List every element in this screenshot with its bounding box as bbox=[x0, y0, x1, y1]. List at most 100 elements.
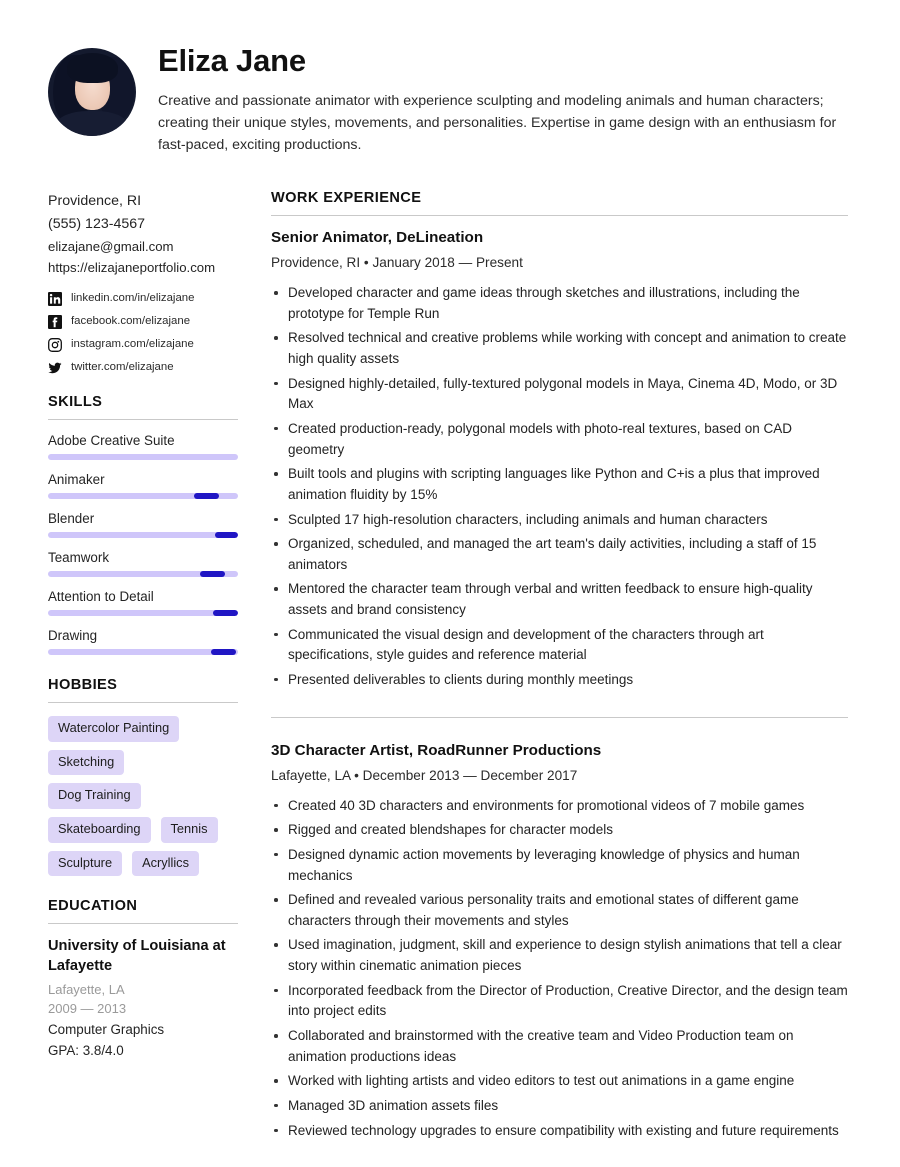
job-bullet: Collaborated and brainstormed with the c… bbox=[271, 1026, 848, 1067]
job-bullet: Developed character and game ideas throu… bbox=[271, 283, 848, 324]
job-bullet: Created production-ready, polygonal mode… bbox=[271, 419, 848, 460]
hobby-tag[interactable]: Sculpture bbox=[48, 850, 123, 877]
skill-label: Adobe Creative Suite bbox=[48, 432, 175, 448]
social-link-twitter[interactable]: twitter.com/elizajane bbox=[48, 360, 238, 376]
skill-bar[interactable] bbox=[48, 531, 238, 538]
job-bullet: Resolved technical and creative problems… bbox=[271, 328, 848, 369]
hobby-tag[interactable]: Dog Training bbox=[48, 783, 141, 809]
hobby-tag-list: Watercolor Painting Sketching Dog Traini… bbox=[48, 715, 238, 877]
hobbies-heading: HOBBIES bbox=[48, 676, 118, 693]
social-label: twitter.com/elizajane bbox=[71, 361, 174, 374]
linkedin-icon bbox=[48, 291, 62, 306]
twitter-icon bbox=[48, 362, 62, 374]
hobby-tag[interactable]: Acryllics bbox=[132, 850, 199, 877]
hobby-tag-row: Dog Training bbox=[48, 783, 238, 809]
avatar-body bbox=[56, 111, 128, 136]
hobbies-section: HOBBIES Watercolor Painting Sketching Do… bbox=[48, 677, 238, 877]
job-bullet: Incorporated feedback from the Director … bbox=[271, 981, 848, 1022]
skill-bar[interactable] bbox=[48, 648, 238, 655]
header-text: Eliza Jane Creative and passionate anima… bbox=[158, 43, 848, 156]
skill-bar[interactable] bbox=[48, 492, 238, 499]
contact-email[interactable]: elizajane@gmail.com bbox=[48, 236, 238, 257]
job-bullet: Organized, scheduled, and managed the ar… bbox=[271, 534, 848, 575]
skill-label: Blender bbox=[48, 510, 95, 526]
education-section: EDUCATION University of Louisiana at Laf… bbox=[48, 898, 238, 1061]
education-dates: 2009 — 2013 bbox=[48, 1001, 127, 1017]
skill-bar-knob bbox=[213, 609, 238, 616]
resume-header: Eliza Jane Creative and passionate anima… bbox=[48, 43, 848, 156]
social-label: linkedin.com/in/elizajane bbox=[71, 292, 195, 305]
hobby-tag-row: Watercolor Painting bbox=[48, 715, 238, 742]
job-meta: Lafayette, LA • December 2013 — December… bbox=[271, 767, 578, 783]
job-bullet: Worked with lighting artists and video e… bbox=[271, 1071, 848, 1092]
skill-bar-knob bbox=[200, 570, 225, 577]
education-location: Lafayette, LA bbox=[48, 981, 125, 997]
contact-website[interactable]: https://elizajaneportfolio.com bbox=[48, 257, 238, 278]
hobby-tag[interactable]: Skateboarding bbox=[48, 816, 151, 843]
skill-label: Teamwork bbox=[48, 549, 110, 565]
social-link-linkedin[interactable]: linkedin.com/in/elizajane bbox=[48, 291, 238, 307]
hobby-tag[interactable]: Tennis bbox=[160, 816, 218, 843]
skill-item: Drawing bbox=[48, 628, 238, 655]
job-bullet: Created 40 3D characters and environment… bbox=[271, 796, 848, 817]
divider bbox=[271, 215, 848, 217]
avatar bbox=[48, 48, 136, 136]
resume-page: Eliza Jane Creative and passionate anima… bbox=[0, 0, 900, 1165]
job-bullet: Mentored the character team through verb… bbox=[271, 579, 848, 620]
divider bbox=[48, 701, 238, 703]
sidebar: Providence, RI (555) 123-4567 elizajane@… bbox=[48, 190, 238, 1083]
job-title: Senior Animator, DeLineation bbox=[271, 229, 484, 247]
social-link-facebook[interactable]: facebook.com/elizajane bbox=[48, 314, 238, 330]
resume-body: Providence, RI (555) 123-4567 elizajane@… bbox=[48, 190, 848, 1167]
hobby-tag-row: Sketching bbox=[48, 749, 238, 776]
skill-label: Drawing bbox=[48, 627, 98, 643]
experience-entry: 3D Character Artist, RoadRunner Producti… bbox=[271, 742, 848, 1142]
instagram-icon bbox=[48, 337, 62, 352]
skills-section: SKILLS Adobe Creative Suite Animaker Ble… bbox=[48, 394, 238, 655]
job-bullet-list: Created 40 3D characters and environment… bbox=[271, 796, 848, 1142]
skill-bar-knob bbox=[194, 492, 219, 499]
contact-phone[interactable]: (555) 123-4567 bbox=[48, 213, 238, 236]
skill-item: Adobe Creative Suite bbox=[48, 433, 238, 460]
skill-item: Blender bbox=[48, 511, 238, 538]
job-title: 3D Character Artist, RoadRunner Producti… bbox=[271, 741, 602, 759]
skill-bar-knob bbox=[215, 531, 238, 538]
skill-bar[interactable] bbox=[48, 609, 238, 616]
job-bullet: Used imagination, judgment, skill and ex… bbox=[271, 935, 848, 976]
job-meta: Providence, RI • January 2018 — Present bbox=[271, 255, 523, 271]
hobby-tag[interactable]: Watercolor Painting bbox=[48, 715, 180, 742]
social-link-instagram[interactable]: instagram.com/elizajane bbox=[48, 337, 238, 353]
job-bullet: Managed 3D animation assets files bbox=[271, 1096, 848, 1117]
education-school: University of Louisiana at Lafayette bbox=[48, 938, 226, 974]
experience-heading: WORK EXPERIENCE bbox=[271, 190, 422, 207]
facebook-icon bbox=[48, 314, 62, 329]
divider bbox=[271, 716, 848, 718]
hobby-tag[interactable]: Sketching bbox=[48, 749, 125, 776]
hobby-tag-row: Skateboarding Tennis bbox=[48, 816, 238, 843]
skill-label: Animaker bbox=[48, 471, 105, 487]
experience-entry: Senior Animator, DeLineation Providence,… bbox=[271, 229, 848, 691]
job-bullet: Designed dynamic action movements by lev… bbox=[271, 845, 848, 886]
skill-bar[interactable] bbox=[48, 453, 238, 460]
job-bullet: Reviewed technology upgrades to ensure c… bbox=[271, 1121, 848, 1142]
social-links: linkedin.com/in/elizajane facebook.com/e… bbox=[48, 291, 238, 376]
job-bullet: Presented deliverables to clients during… bbox=[271, 670, 848, 691]
education-gpa: GPA: 3.8/4.0 bbox=[48, 1043, 124, 1059]
contact-block: Providence, RI (555) 123-4567 elizajane@… bbox=[48, 190, 238, 376]
social-label: instagram.com/elizajane bbox=[71, 338, 194, 351]
skill-item: Animaker bbox=[48, 472, 238, 499]
education-heading: EDUCATION bbox=[48, 898, 138, 915]
hobby-tag-row: Sculpture Acryllics bbox=[48, 850, 238, 877]
job-bullet: Defined and revealed various personality… bbox=[271, 890, 848, 931]
job-bullet: Communicated the visual design and devel… bbox=[271, 625, 848, 666]
divider bbox=[48, 923, 238, 925]
skills-heading: SKILLS bbox=[48, 393, 103, 410]
skill-item: Attention to Detail bbox=[48, 589, 238, 616]
job-bullet: Designed highly-detailed, fully-textured… bbox=[271, 374, 848, 415]
main-content: WORK EXPERIENCE Senior Animator, DeLinea… bbox=[271, 190, 848, 1167]
skill-bar[interactable] bbox=[48, 570, 238, 577]
contact-location: Providence, RI bbox=[48, 193, 142, 210]
skill-bar-knob bbox=[211, 648, 237, 655]
page-title: Eliza Jane bbox=[158, 43, 306, 78]
skill-label: Attention to Detail bbox=[48, 588, 154, 604]
